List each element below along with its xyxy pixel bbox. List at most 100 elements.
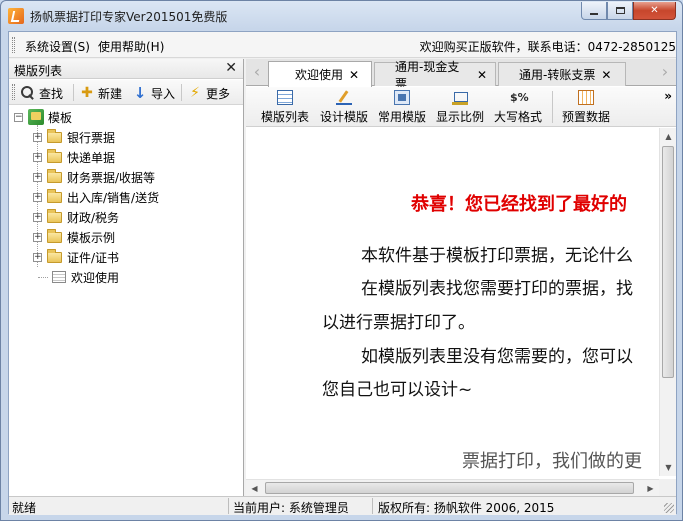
promo-text: 欢迎购买正版软件，联系电话：0472-2850125 — [419, 40, 676, 54]
tree-item-express[interactable]: + 快递单据 — [33, 147, 115, 167]
zoom-ratio-icon — [452, 90, 468, 105]
folder-icon — [47, 168, 62, 183]
status-text: 就绪 — [12, 501, 37, 515]
tree-item-label: 财务票据/收据等 — [67, 170, 156, 185]
toolbar-overflow-icon[interactable]: » — [664, 89, 672, 103]
tree-item-examples[interactable]: + 模板示例 — [33, 227, 115, 247]
menu-help[interactable]: 使用帮助(H) — [98, 38, 164, 55]
tab-cash-check[interactable]: 通用-现金支票 ✕ — [374, 60, 496, 91]
tree-item-label: 快递单据 — [67, 150, 116, 165]
tree-item-warehouse[interactable]: + 出入库/销售/送货 — [33, 187, 159, 207]
status-divider — [228, 498, 229, 514]
tab-close-icon[interactable]: ✕ — [477, 68, 487, 82]
expand-icon[interactable]: + — [33, 232, 42, 242]
folder-icon — [47, 248, 62, 263]
zoom-ratio-button[interactable]: 显示比例 — [432, 89, 488, 125]
tab-label: 欢迎使用 — [295, 68, 344, 82]
scroll-left-icon[interactable]: ◀ — [246, 480, 263, 497]
new-button[interactable]: ✚ 新建 — [79, 84, 122, 102]
tab-label: 通用-转账支票 — [519, 68, 596, 82]
tree-item-label: 模板示例 — [67, 230, 116, 245]
resize-grip-icon[interactable] — [664, 503, 674, 513]
vertical-scrollbar[interactable]: ▲ ▼ — [659, 128, 676, 476]
tree-item-label: 财政/税务 — [67, 210, 120, 225]
copyright: 版权所有: 扬帆软件 2006, 2015 — [378, 501, 555, 515]
expand-icon[interactable]: + — [33, 212, 42, 222]
vertical-scroll-thumb[interactable] — [662, 146, 674, 378]
maximize-button[interactable] — [607, 2, 633, 20]
import-label: 导入 — [151, 86, 176, 101]
minimize-icon — [590, 12, 598, 15]
expand-icon[interactable]: + — [33, 192, 42, 202]
tree-item-label: 银行票据 — [67, 130, 116, 145]
expand-icon[interactable]: + — [33, 152, 42, 162]
document-icon — [52, 271, 66, 283]
collapse-icon[interactable]: − — [14, 112, 23, 122]
menu-grip-icon[interactable] — [12, 37, 15, 53]
tree-item-label: 证件/证书 — [67, 250, 120, 265]
expand-icon[interactable]: + — [33, 252, 42, 262]
scroll-down-icon[interactable]: ▼ — [660, 459, 677, 476]
tree-root[interactable]: − 模板 — [14, 107, 72, 127]
welcome-footer: 票据打印，我们做的更 — [462, 451, 642, 472]
tab-welcome[interactable]: 欢迎使用 ✕ — [268, 61, 372, 87]
tree-item-finance[interactable]: + 财务票据/收据等 — [33, 167, 155, 187]
tree-item-label: 欢迎使用 — [71, 270, 120, 285]
search-button[interactable]: 查找 — [20, 84, 63, 102]
design-template-button[interactable]: 设计模版 — [316, 89, 372, 125]
more-label: 更多 — [206, 86, 231, 101]
tab-scroll-right-icon[interactable]: › — [656, 61, 674, 83]
tab-close-icon[interactable]: ✕ — [601, 68, 611, 82]
import-button[interactable]: ↓ 导入 — [132, 84, 175, 102]
app-window: 扬帆票据打印专家Ver201501免费版 ✕ 系统设置(S) 使用帮助(H) 欢… — [0, 0, 683, 521]
main-toolbar: 模版列表 设计模版 常用模版 显示比例 $% 大写格式 预置数据 » — [246, 87, 676, 127]
scrollbar-corner — [659, 479, 676, 496]
horizontal-scrollbar[interactable]: ◀ ▶ — [246, 479, 659, 496]
uppercase-format-button[interactable]: $% 大写格式 — [490, 89, 546, 125]
expand-icon[interactable]: + — [33, 172, 42, 182]
template-list-button[interactable]: 模版列表 — [257, 89, 313, 125]
expand-icon[interactable]: + — [33, 132, 42, 142]
tree-item-tax[interactable]: + 财政/税务 — [33, 207, 119, 227]
preset-data-button[interactable]: 预置数据 — [558, 89, 614, 125]
current-user: 当前用户: 系统管理员 — [233, 501, 349, 515]
welcome-line: 本软件基于模板打印票据，无论什么 — [361, 246, 633, 266]
tab-close-icon[interactable]: ✕ — [349, 68, 359, 82]
toolbar-label: 预置数据 — [561, 110, 610, 124]
common-template-icon — [394, 90, 410, 105]
tab-scroll-left-icon[interactable]: ‹ — [248, 61, 266, 83]
toolbar-grip-icon[interactable] — [12, 84, 15, 100]
menu-bar: 系统设置(S) 使用帮助(H) 欢迎购买正版软件，联系电话：0472-28501… — [9, 32, 676, 58]
title-bar[interactable]: 扬帆票据打印专家Ver201501免费版 ✕ — [1, 1, 682, 31]
close-button[interactable]: ✕ — [633, 2, 676, 20]
tree-item-bank-bills[interactable]: + 银行票据 — [33, 127, 115, 147]
import-icon: ↓ — [133, 84, 147, 102]
new-label: 新建 — [98, 86, 123, 101]
scroll-right-icon[interactable]: ▶ — [642, 480, 659, 497]
toolbar-label: 常用模版 — [377, 110, 426, 124]
horizontal-scroll-thumb[interactable] — [265, 482, 634, 494]
menu-system-settings[interactable]: 系统设置(S) — [25, 38, 90, 55]
welcome-content: 恭喜！您已经找到了最好的 本软件基于模板打印票据，无论什么 在模版列表找您需要打… — [246, 128, 665, 476]
toolbar-label: 模版列表 — [260, 110, 309, 124]
document-area: ‹ 欢迎使用 ✕ 通用-现金支票 ✕ 通用-转账支票 ✕ › 模版列表 设计模版… — [246, 59, 676, 496]
toolbar-label: 设计模版 — [319, 110, 368, 124]
preset-data-icon — [578, 90, 594, 105]
window-controls: ✕ — [581, 2, 676, 22]
more-button[interactable]: ⚡ 更多 — [187, 84, 230, 102]
welcome-line: 您自己也可以设计~ — [322, 380, 473, 400]
toolbar-divider — [552, 91, 553, 123]
common-template-button[interactable]: 常用模版 — [374, 89, 430, 125]
design-template-icon — [336, 90, 352, 105]
tree-item-welcome[interactable]: 欢迎使用 — [52, 267, 119, 287]
panel-close-icon[interactable]: ✕ — [225, 60, 237, 76]
minimize-button[interactable] — [581, 2, 607, 20]
welcome-line: 如模版列表里没有您需要的，您可以 — [361, 347, 633, 367]
tab-transfer-check[interactable]: 通用-转账支票 ✕ — [498, 62, 626, 86]
tree-item-label: 出入库/销售/送货 — [67, 190, 160, 205]
status-bar: 就绪 当前用户: 系统管理员 版权所有: 扬帆软件 2006, 2015 — [9, 496, 676, 515]
uppercase-format-icon: $% — [510, 91, 529, 104]
tree-connector — [38, 277, 48, 278]
scroll-up-icon[interactable]: ▲ — [660, 128, 677, 145]
tree-item-certificates[interactable]: + 证件/证书 — [33, 247, 119, 267]
